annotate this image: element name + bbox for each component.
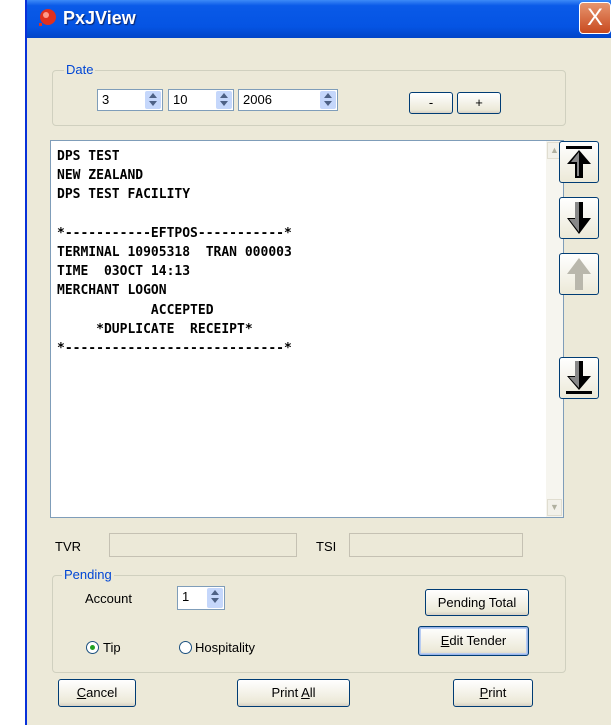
- receipt-line: *DUPLICATE RECEIPT*: [57, 321, 253, 337]
- date-plus-button[interactable]: +: [457, 92, 501, 114]
- year-value: 2006: [243, 92, 272, 107]
- receipt-line: [57, 205, 292, 224]
- cancel-label: ancel: [86, 685, 118, 700]
- window-title: PxJView: [63, 8, 136, 28]
- day-value: 3: [102, 92, 110, 107]
- tsi-field: [349, 533, 523, 557]
- spin-down-icon[interactable]: [220, 101, 228, 106]
- spin-up-icon[interactable]: [220, 93, 228, 98]
- day-spin-buttons[interactable]: [145, 91, 161, 109]
- print-all-label: Print: [271, 685, 302, 700]
- nav-down-button[interactable]: [559, 197, 599, 239]
- hospitality-radio[interactable]: [179, 641, 192, 654]
- print-button[interactable]: Print: [453, 679, 533, 707]
- month-value: 10: [173, 92, 188, 107]
- tip-radio[interactable]: [86, 641, 99, 654]
- spin-down-icon[interactable]: [211, 598, 219, 603]
- receipt-line: DPS TEST FACILITY: [57, 187, 191, 203]
- date-legend: Date: [64, 62, 96, 77]
- receipt-line: *----------------------------*: [57, 341, 292, 357]
- receipt-text: DPS TEST NEW ZEALAND DPS TEST FACILITY *--…: [57, 147, 292, 358]
- title-bar[interactable]: PxJView X: [27, 0, 611, 38]
- pending-total-button[interactable]: Pending Total: [425, 589, 529, 616]
- pending-legend: Pending: [62, 567, 114, 582]
- scroll-down-arrow-icon[interactable]: ▼: [547, 499, 562, 516]
- close-icon: X: [586, 4, 603, 31]
- month-spin-buttons[interactable]: [216, 91, 232, 109]
- scroll-down-icon: [567, 202, 591, 234]
- day-spinner[interactable]: 3: [97, 89, 163, 111]
- print-mnemonic: P: [479, 685, 489, 700]
- scroll-up-icon: [567, 258, 591, 290]
- spin-up-icon[interactable]: [211, 590, 219, 595]
- tvr-field: [109, 533, 297, 557]
- print-all-label-rest: ll: [309, 685, 316, 700]
- account-spinner[interactable]: 1: [177, 586, 225, 610]
- account-spin-buttons[interactable]: [207, 588, 223, 608]
- nav-first-button[interactable]: [559, 141, 599, 183]
- print-all-mnemonic: A: [301, 685, 310, 700]
- spin-up-icon[interactable]: [149, 93, 157, 98]
- nav-up-button[interactable]: [559, 253, 599, 295]
- account-value: 1: [182, 589, 190, 604]
- receipt-line: MERCHANT LOGON: [57, 283, 167, 299]
- print-label: rint: [488, 685, 507, 700]
- nav-last-button[interactable]: [559, 357, 599, 399]
- receipt-line: ACCEPTED: [57, 302, 214, 318]
- pxjview-window: PxJView X Date 3 10 2006 - + DPS TEST NEW…: [25, 0, 611, 725]
- scroll-top-icon: [566, 146, 592, 178]
- spin-down-icon[interactable]: [149, 101, 157, 106]
- month-spinner[interactable]: 10: [168, 89, 234, 111]
- receipt-line: DPS TEST: [57, 149, 120, 164]
- year-spinner[interactable]: 2006: [238, 89, 338, 111]
- tsi-label: TSI: [316, 539, 337, 554]
- edit-tender-button[interactable]: Edit Tender: [418, 626, 529, 656]
- receipt-line: NEW ZEALAND: [57, 168, 144, 184]
- date-minus-button[interactable]: -: [409, 92, 453, 114]
- close-button[interactable]: X: [579, 2, 611, 34]
- radio-selected-dot: [90, 645, 95, 650]
- receipt-view[interactable]: DPS TEST NEW ZEALAND DPS TEST FACILITY *--…: [50, 140, 564, 518]
- spin-down-icon[interactable]: [324, 101, 332, 106]
- year-spin-buttons[interactable]: [320, 91, 336, 109]
- cancel-button[interactable]: Cancel: [58, 679, 136, 707]
- receipt-line: TIME 03OCT 14:13: [57, 264, 191, 280]
- spin-up-icon[interactable]: [324, 93, 332, 98]
- app-icon: [39, 9, 56, 26]
- receipt-line: *-----------EFTPOS-----------*: [57, 225, 292, 241]
- edit-tender-label: dit Tender: [449, 633, 507, 648]
- tvr-label: TVR: [55, 539, 81, 554]
- print-all-button[interactable]: Print All: [237, 679, 350, 707]
- tip-label[interactable]: Tip: [103, 640, 121, 655]
- scroll-bottom-icon: [566, 361, 592, 394]
- hospitality-label[interactable]: Hospitality: [195, 640, 255, 655]
- cancel-mnemonic: C: [76, 685, 87, 700]
- receipt-line: TERMINAL 10905318 TRAN 000003: [57, 245, 292, 261]
- account-label: Account: [85, 591, 132, 606]
